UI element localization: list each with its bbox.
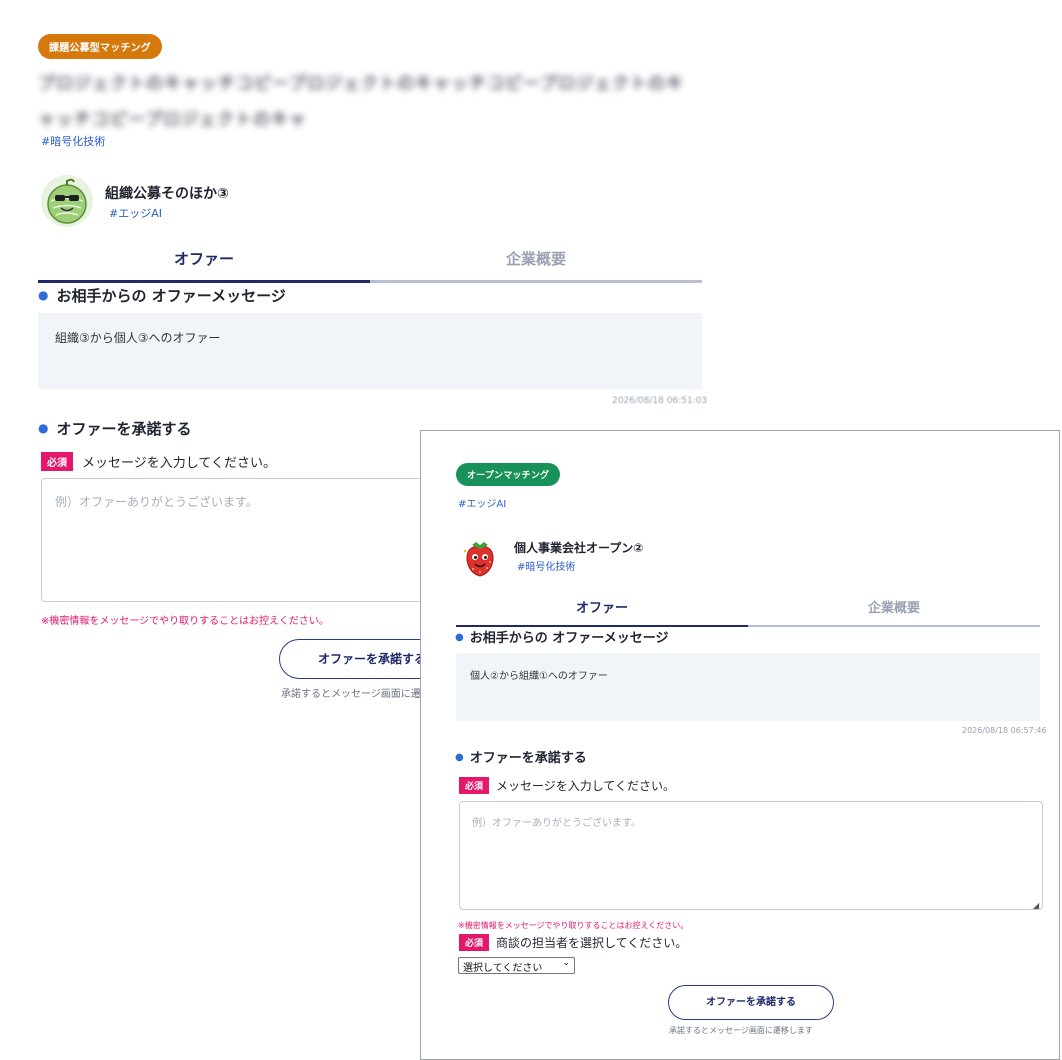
bullet-dot-icon: ●: [455, 632, 464, 643]
matching-type-badge: 課題公募型マッチング: [38, 34, 162, 59]
accept-offer-button[interactable]: オファーを承諾する: [668, 985, 834, 1020]
matching-type-badge: オープンマッチング: [456, 463, 561, 486]
tab-company-overview[interactable]: 企業概要: [748, 597, 1040, 627]
representative-select[interactable]: 選択してください ⌄: [458, 957, 575, 974]
required-badge: 必須: [459, 777, 490, 794]
section-heading-message: ● お相手からの オファーメッセージ: [455, 631, 669, 646]
offer-message-box: 個人②から組織①へのオファー: [456, 653, 1040, 721]
offer-message-text: 個人②から組織①へのオファー: [470, 671, 608, 682]
project-tag[interactable]: #エッジAI: [458, 495, 506, 510]
bullet-dot-icon: ●: [455, 752, 464, 763]
org-tag[interactable]: #エッジAI: [109, 205, 162, 221]
tab-offer[interactable]: オファー: [38, 248, 370, 283]
project-tag[interactable]: #暗号化技術: [41, 133, 105, 149]
bullet-dot-icon: ●: [38, 421, 49, 435]
message-textarea[interactable]: 例）オファーありがとうございます。: [459, 801, 1043, 910]
tab-bar: オファー 企業概要: [38, 248, 702, 283]
chevron-down-icon: ⌄: [562, 958, 570, 968]
confidential-warning: ※機密情報をメッセージでやり取りすることはお控えください。: [458, 921, 689, 930]
org-name: 組織公募そのほか③: [105, 186, 229, 202]
offer-message-text: 組織③から個人③へのオファー: [55, 331, 221, 345]
strawberry-mascot-avatar-icon: [459, 536, 501, 578]
org-tag[interactable]: #暗号化技術: [517, 558, 575, 573]
resize-handle-icon[interactable]: ◢: [1033, 901, 1039, 910]
section-heading-message: ● お相手からの オファーメッセージ: [38, 287, 286, 305]
melon-mascot-avatar-icon: [41, 175, 93, 227]
confidential-warning: ※機密情報をメッセージでやり取りすることはお控えください。: [41, 616, 329, 627]
accept-note: 承諾するとメッセージ画面に遷: [281, 689, 421, 700]
message-input-label: 必須 メッセージを入力してください。: [41, 452, 276, 471]
message-placeholder: 例）オファーありがとうございます。: [472, 818, 641, 829]
accept-note: 承諾するとメッセージ画面に遷移します: [669, 1026, 813, 1035]
tab-offer[interactable]: オファー: [456, 597, 748, 627]
representative-select-label: 必須 商談の担当者を選択してください。: [459, 934, 687, 951]
message-timestamp: 2026/08/18 06:57:46: [962, 726, 1047, 735]
tab-company-overview[interactable]: 企業概要: [370, 248, 702, 283]
project-title-blurred: プロジェクトのキャッチコピープロジェクトのキャッチコピープロジェクトのキャッチコ…: [38, 74, 684, 130]
bullet-dot-icon: ●: [38, 288, 49, 302]
section-heading-accept: ● オファーを承諾する: [38, 420, 192, 438]
org-name: 個人事業会社オープン②: [514, 541, 644, 555]
message-textarea[interactable]: 例）オファーありがとうございます。: [41, 478, 461, 602]
section-heading-accept: ● オファーを承諾する: [455, 751, 587, 766]
select-value: 選択してください: [463, 963, 543, 974]
required-badge: 必須: [459, 934, 490, 951]
tab-bar: オファー 企業概要: [456, 597, 1040, 627]
message-placeholder: 例）オファーありがとうございます。: [55, 495, 258, 509]
message-input-label: 必須 メッセージを入力してください。: [459, 777, 675, 794]
message-timestamp: 2026/08/18 06:51:03: [612, 396, 708, 406]
required-badge: 必須: [41, 452, 73, 471]
front-offer-panel: オープンマッチング #エッジAI 個人事業会社オープン② #暗号化技術 オファー…: [420, 430, 1060, 1060]
offer-message-box: 組織③から個人③へのオファー: [38, 313, 702, 389]
